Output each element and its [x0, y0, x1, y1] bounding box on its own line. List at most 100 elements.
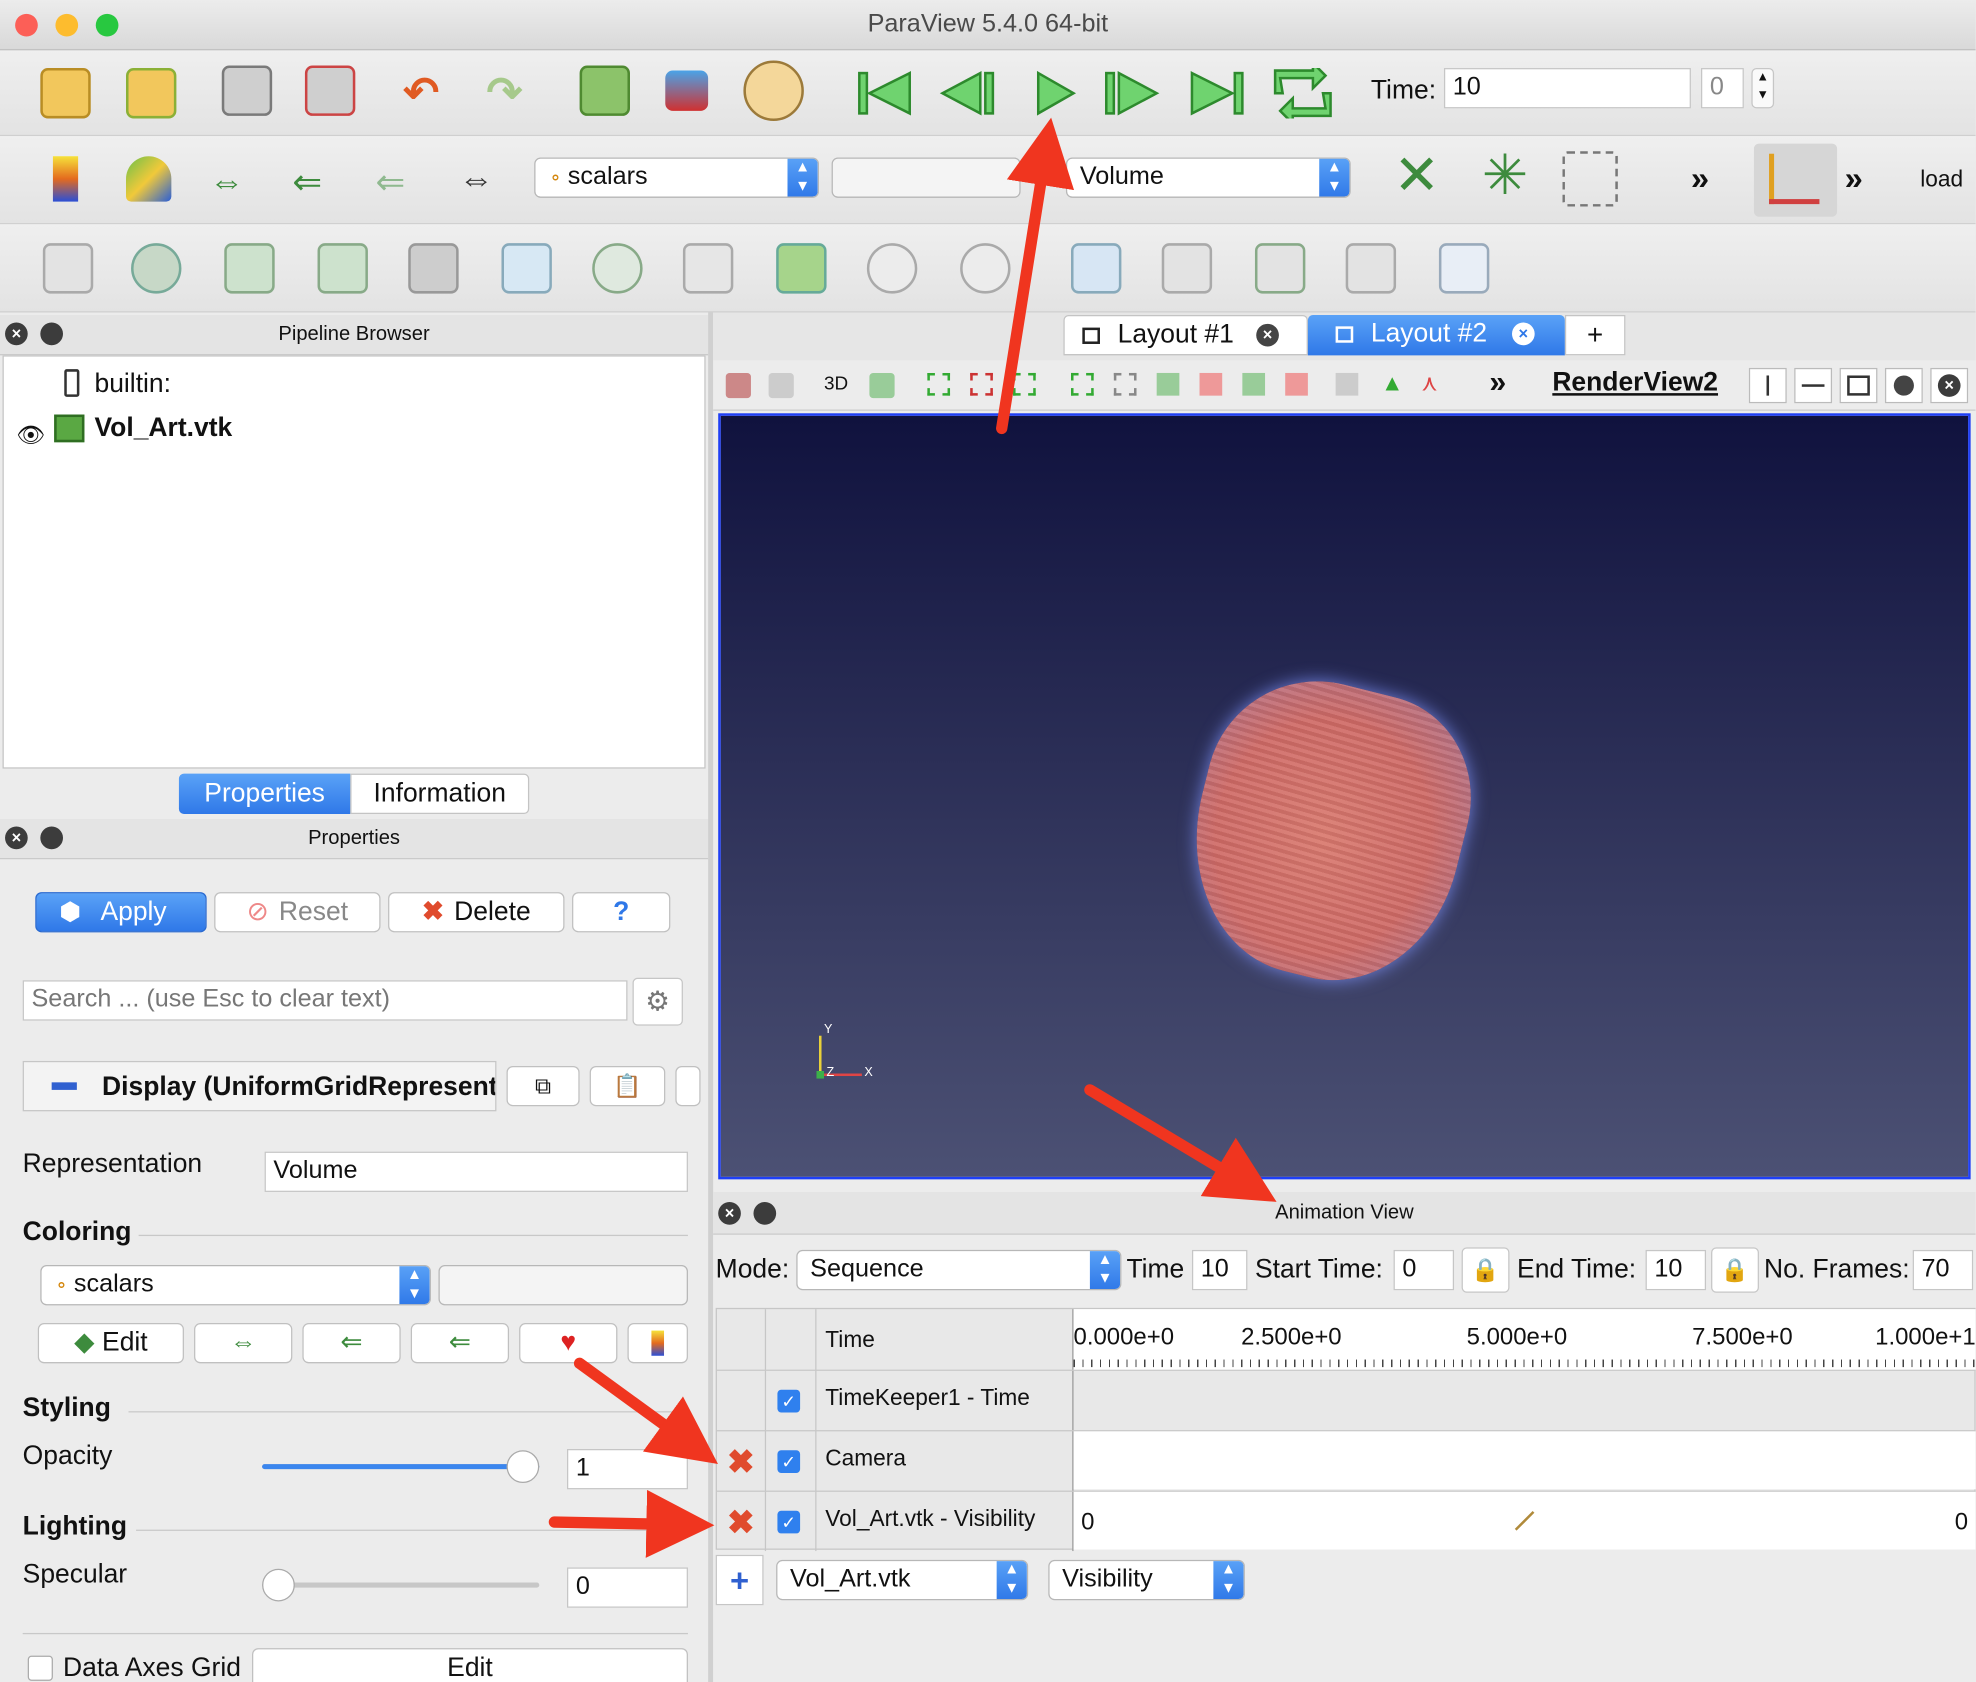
add-track-icon[interactable]: + [715, 1554, 764, 1606]
apply-button[interactable]: ⬢ Apply [35, 892, 207, 933]
tab-properties[interactable]: Properties [178, 773, 351, 814]
select-cells-on-icon[interactable] [927, 372, 951, 396]
lock-end-time-icon[interactable]: 🔒 [1711, 1247, 1759, 1293]
reset-button[interactable]: ⊘ Reset [214, 892, 381, 933]
redo-icon[interactable]: ↷ [486, 68, 522, 118]
reset-camera-icon[interactable]: ✕ [1394, 148, 1440, 204]
shrink-selection-icon[interactable]: ▲ [1381, 370, 1403, 396]
paste-properties-button[interactable]: 📋 [589, 1065, 666, 1107]
zoom-to-box-icon[interactable] [1562, 151, 1618, 207]
rescale-range-button[interactable]: ⇔ [194, 1323, 293, 1364]
time-index-field[interactable]: 0 [1701, 68, 1744, 109]
add-track-source-combo[interactable]: Vol_Art.vtk ▲ ▼ [776, 1559, 1029, 1601]
plot-over-line-icon[interactable] [1161, 243, 1213, 294]
render-view-3d[interactable]: Y X Z [718, 413, 1971, 1180]
add-layout-button[interactable]: + [1564, 315, 1626, 356]
track-checkbox[interactable]: ✓ [777, 1450, 801, 1473]
plot-data-icon[interactable] [1254, 243, 1306, 294]
close-panel-icon[interactable]: × [5, 322, 28, 346]
zoom-to-data-icon[interactable]: ✳ [1482, 148, 1528, 204]
rescale-range-icon[interactable]: ⇔ [209, 161, 244, 201]
tab-information[interactable]: Information [350, 773, 530, 814]
maximize-view-icon[interactable] [1839, 367, 1878, 404]
time-index-stepper[interactable]: ▲ ▼ [1751, 68, 1775, 109]
mode-combo[interactable]: Sequence ▲ ▼ [796, 1249, 1122, 1291]
color-legend-button[interactable] [627, 1323, 688, 1364]
representation-field[interactable]: Volume [264, 1151, 688, 1192]
close-tab-icon[interactable]: × [1256, 323, 1279, 347]
select-cells-through-icon[interactable] [1013, 372, 1036, 396]
select-cells-icon[interactable] [1071, 243, 1122, 294]
visibility-eye-icon[interactable]: 👁 [16, 422, 45, 448]
opacity-field[interactable]: 1 [567, 1449, 688, 1490]
tab-layout-2[interactable]: Layout #2 × [1307, 315, 1565, 356]
interpolation-icon[interactable] [1514, 1511, 1535, 1531]
delete-track-icon[interactable]: ✖ [727, 1445, 754, 1478]
undock-panel-icon[interactable] [40, 826, 63, 850]
split-vertical-icon[interactable] [1794, 367, 1833, 404]
coloring-component-combo[interactable] [438, 1265, 688, 1306]
render-toolbar-overflow-icon[interactable]: » [1489, 365, 1506, 400]
clear-selection-icon[interactable]: ⋏ [1421, 370, 1438, 396]
undock-panel-icon[interactable] [753, 1202, 777, 1225]
color-legend-icon[interactable] [52, 156, 79, 202]
rescale-custom-button[interactable]: ⇐ [302, 1323, 401, 1364]
advanced-gear-icon[interactable]: ⚙ [632, 977, 683, 1026]
load-state-icon[interactable] [126, 68, 177, 119]
copy-properties-button[interactable]: ⧉ [506, 1065, 580, 1107]
specular-slider[interactable] [262, 1568, 540, 1602]
data-axes-grid-checkbox[interactable] [27, 1655, 53, 1681]
reset-session-icon[interactable] [579, 65, 630, 116]
group-datasets-icon[interactable] [866, 243, 918, 294]
edit-color-map-icon[interactable] [126, 156, 172, 202]
close-panel-icon[interactable]: × [718, 1202, 741, 1225]
undock-panel-icon[interactable] [40, 322, 63, 346]
help-button[interactable]: ? [572, 892, 671, 933]
close-panel-icon[interactable]: × [5, 826, 28, 850]
component-combo[interactable] [831, 157, 1021, 198]
properties-search-input[interactable]: Search ... (use Esc to clear text) [22, 980, 628, 1021]
select-points-on-icon[interactable] [970, 372, 993, 396]
grow-selection-icon[interactable] [1335, 372, 1359, 396]
open-icon[interactable] [40, 68, 91, 119]
previous-frame-icon[interactable] [939, 70, 995, 116]
split-horizontal-icon[interactable] [1748, 367, 1787, 404]
track-checkbox[interactable]: ✓ [777, 1389, 801, 1413]
toolbar-overflow-2-icon[interactable]: » [1845, 159, 1863, 198]
color-array-combo[interactable]: ⚬ scalars ▲ ▼ [534, 157, 819, 198]
opacity-slider-handle[interactable] [506, 1450, 540, 1484]
rescale-temporal-button[interactable]: ⇐ [410, 1323, 510, 1364]
rescale-visible-icon[interactable]: ⇔ [459, 159, 494, 199]
representation-combo[interactable]: Volume ▲ ▼ [1065, 157, 1351, 198]
hover-cells-icon[interactable] [1242, 372, 1266, 396]
capture-image-icon[interactable] [725, 372, 751, 399]
rescale-custom-icon[interactable]: ⇐ [292, 161, 322, 203]
load-label[interactable]: load [1920, 166, 1963, 192]
edit-color-map-button[interactable]: ◆ Edit [37, 1323, 184, 1364]
threshold-icon[interactable] [408, 243, 459, 294]
undo-icon[interactable]: ↶ [403, 68, 439, 118]
select-polygon-icon[interactable] [1071, 372, 1094, 396]
animation-time-field[interactable]: 10 [1191, 1249, 1248, 1291]
time-ruler[interactable]: 0.000e+0 2.500e+0 5.000e+0 7.500e+0 1.000e+1 [1073, 1309, 1976, 1370]
warp-by-vector-icon[interactable] [776, 243, 827, 294]
toggle-3d-button[interactable]: 3D [824, 373, 848, 394]
restore-defaults-button[interactable] [675, 1065, 701, 1107]
pipeline-item-builtin[interactable]: builtin: [95, 369, 171, 399]
end-time-field[interactable]: 10 [1645, 1249, 1707, 1291]
pipeline-item-vol-art[interactable]: Vol_Art.vtk [95, 413, 233, 443]
next-frame-icon[interactable] [1105, 70, 1160, 116]
camera-track-timeline[interactable] [1073, 1431, 1976, 1490]
loop-icon[interactable] [1273, 68, 1332, 119]
time-field[interactable]: 10 [1443, 68, 1691, 109]
coloring-combo[interactable]: ⚬ scalars ▲ ▼ [40, 1265, 431, 1306]
select-block-icon[interactable] [1113, 372, 1137, 396]
interactive-select-points-icon[interactable] [1199, 372, 1223, 396]
slice-icon[interactable] [317, 243, 368, 294]
disconnect-icon[interactable] [304, 65, 356, 116]
last-frame-icon[interactable] [1190, 71, 1244, 116]
specular-slider-handle[interactable] [262, 1568, 295, 1602]
add-track-property-combo[interactable]: Visibility ▲ ▼ [1048, 1559, 1245, 1601]
delete-button[interactable]: ✖ Delete [388, 892, 565, 933]
annotate-time-icon[interactable] [1438, 243, 1490, 294]
